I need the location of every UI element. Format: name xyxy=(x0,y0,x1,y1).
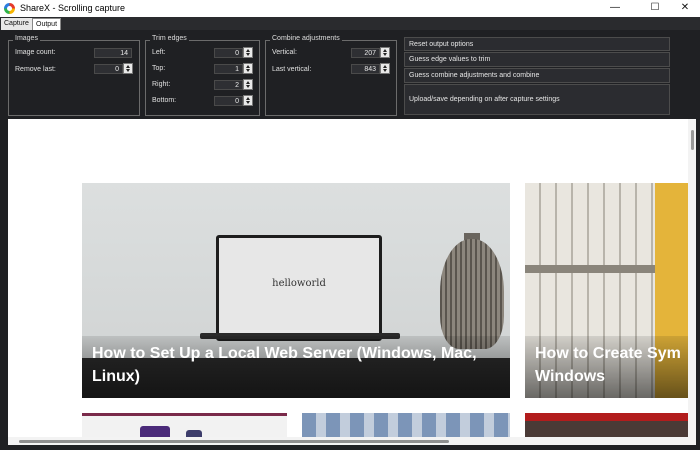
laptop-screen-text: helloworld xyxy=(272,278,326,289)
upload-save-button[interactable]: Upload/save depending on after capture s… xyxy=(404,84,670,115)
remove-last-field[interactable]: 0 xyxy=(94,64,123,74)
last-vertical-label: Last vertical: xyxy=(272,66,312,73)
trim-left-spinner[interactable] xyxy=(243,47,253,58)
window-title: ShareX - Scrolling capture xyxy=(20,3,126,13)
trim-right-field[interactable]: 2 xyxy=(214,80,243,90)
trim-bottom-label: Bottom: xyxy=(152,97,177,104)
article-title[interactable]: How to Create Sym Windows xyxy=(535,342,695,388)
last-vertical-spinner[interactable] xyxy=(380,63,390,74)
sharex-logo-icon xyxy=(4,3,15,14)
trim-top-label: Top: xyxy=(152,65,166,72)
vertical-scrollbar-thumb[interactable] xyxy=(691,130,694,150)
trim-bottom-spinner[interactable] xyxy=(243,95,253,106)
article-card[interactable]: helloworld How to Set Up a Local Web Ser… xyxy=(82,183,510,398)
trim-left-field[interactable]: 0 xyxy=(214,48,243,58)
images-group: Images Image count: 14 Remove last: 0 xyxy=(8,35,140,116)
guess-combine-button[interactable]: Guess combine adjustments and combine xyxy=(404,68,670,83)
trim-right-spinner[interactable] xyxy=(243,79,253,90)
output-options-panel: Images Image count: 14 Remove last: 0 Tr… xyxy=(0,30,700,118)
combine-adjustments-legend: Combine adjustments xyxy=(270,35,342,42)
article-title[interactable]: How to Set Up a Local Web Server (Window… xyxy=(92,342,502,388)
vertical-spinner[interactable] xyxy=(380,47,390,58)
vertical-label: Vertical: xyxy=(272,49,297,56)
capture-preview[interactable]: helloworld How to Set Up a Local Web Ser… xyxy=(8,119,696,445)
title-bar: ShareX - Scrolling capture — ☐ ✕ xyxy=(0,0,700,17)
trim-bottom-field[interactable]: 0 xyxy=(214,96,243,106)
horizontal-scrollbar-thumb[interactable] xyxy=(19,440,449,443)
image-count-field: 14 xyxy=(94,48,132,58)
minimize-button[interactable]: — xyxy=(598,0,632,17)
tab-capture[interactable]: Capture xyxy=(1,18,32,30)
images-group-legend: Images xyxy=(13,35,40,42)
remove-last-label: Remove last: xyxy=(15,66,56,73)
close-button[interactable]: ✕ xyxy=(668,0,700,17)
remove-last-spinner[interactable] xyxy=(123,63,133,74)
maximize-button[interactable]: ☐ xyxy=(638,0,672,17)
laptop-image: helloworld xyxy=(216,235,382,341)
reset-output-options-button[interactable]: Reset output options xyxy=(404,37,670,51)
article-card[interactable]: How to Create Sym Windows xyxy=(525,183,696,398)
vertical-field[interactable]: 207 xyxy=(351,48,380,58)
tab-bar: Capture Output xyxy=(0,17,700,31)
last-vertical-field[interactable]: 843 xyxy=(351,64,380,74)
trim-top-spinner[interactable] xyxy=(243,63,253,74)
combine-adjustments-group: Combine adjustments Vertical: 207 Last v… xyxy=(265,35,397,116)
trim-edges-group: Trim edges Left: 0 Top: 1 Right: 2 Botto… xyxy=(145,35,260,116)
trim-left-label: Left: xyxy=(152,49,166,56)
trim-edges-legend: Trim edges xyxy=(150,35,189,42)
vase-image xyxy=(440,239,504,349)
trim-top-field[interactable]: 1 xyxy=(214,64,243,74)
trim-right-label: Right: xyxy=(152,81,171,88)
guess-edge-values-button[interactable]: Guess edge values to trim xyxy=(404,52,670,67)
image-count-label: Image count: xyxy=(15,49,56,56)
vertical-scrollbar[interactable] xyxy=(688,119,696,445)
horizontal-scrollbar[interactable] xyxy=(8,437,696,445)
